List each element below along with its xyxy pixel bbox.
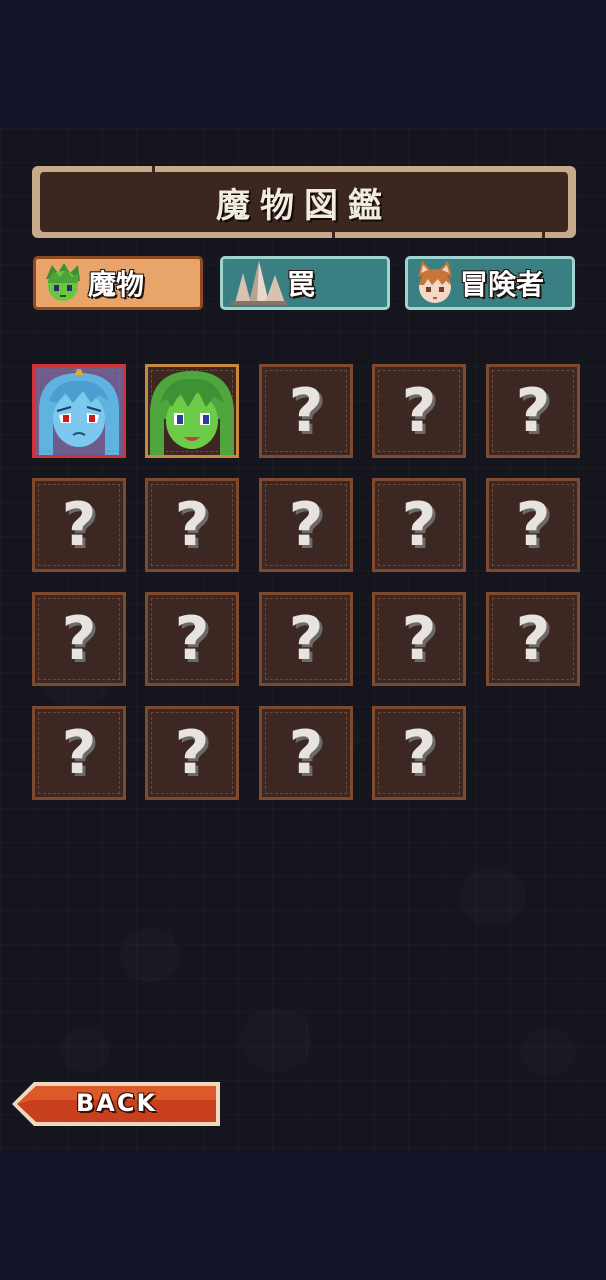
green-monster-face-icon — [46, 263, 80, 301]
bestiary-entry-locked[interactable]: ? — [372, 592, 466, 686]
bestiary-entry-locked[interactable]: ? — [145, 706, 239, 800]
unknown-entry-icon: ? — [174, 604, 210, 674]
unknown-entry-icon: ? — [515, 376, 551, 446]
bestiary-entry-locked[interactable]: ? — [486, 364, 580, 458]
spike-trap-icon — [231, 261, 287, 305]
tab-trap[interactable]: 罠 — [220, 256, 390, 310]
bestiary-entry-locked[interactable]: ? — [372, 364, 466, 458]
tab-adventurer-label: 冒険者 — [460, 268, 545, 301]
bestiary-entry-locked[interactable]: ? — [259, 592, 353, 686]
bestiary-entry-locked[interactable]: ? — [259, 478, 353, 572]
unknown-entry-icon: ? — [401, 490, 437, 560]
bottom-letterbox — [0, 1152, 606, 1280]
bestiary-entry-locked[interactable]: ? — [32, 478, 126, 572]
bestiary-entry-locked[interactable]: ? — [372, 478, 466, 572]
top-letterbox — [0, 0, 606, 128]
green-monster-girl-portrait — [148, 367, 236, 455]
bestiary-entry-blue-monster[interactable] — [32, 364, 126, 458]
bestiary-entry-locked[interactable]: ? — [32, 706, 126, 800]
unknown-entry-icon: ? — [61, 490, 97, 560]
back-button-label: BACK — [76, 1089, 158, 1117]
bestiary-entry-locked[interactable]: ? — [32, 592, 126, 686]
unknown-entry-icon: ? — [61, 604, 97, 674]
tab-monster-label: 魔物 — [88, 268, 145, 301]
unknown-entry-icon: ? — [288, 490, 324, 560]
title-banner: 魔物図鑑 — [32, 166, 576, 238]
unknown-entry-icon: ? — [515, 490, 551, 560]
bestiary-entry-locked[interactable]: ? — [145, 592, 239, 686]
unknown-entry-icon: ? — [288, 718, 324, 788]
unknown-entry-icon: ? — [288, 604, 324, 674]
bestiary-entry-locked[interactable]: ? — [486, 478, 580, 572]
bestiary-entry-locked[interactable]: ? — [259, 706, 353, 800]
tab-adventurer[interactable]: 冒険者 — [405, 256, 575, 310]
bestiary-entry-green-monster[interactable] — [145, 364, 239, 458]
blue-monster-girl-portrait — [35, 367, 123, 455]
unknown-entry-icon: ? — [401, 604, 437, 674]
unknown-entry-icon: ? — [401, 376, 437, 446]
bestiary-entry-locked[interactable]: ? — [486, 592, 580, 686]
page-title: 魔物図鑑 — [216, 185, 392, 226]
bestiary-entry-locked[interactable]: ? — [372, 706, 466, 800]
tab-monster[interactable]: 魔物 — [33, 256, 203, 310]
unknown-entry-icon: ? — [288, 376, 324, 446]
back-button[interactable]: BACK — [10, 1080, 222, 1128]
unknown-entry-icon: ? — [174, 490, 210, 560]
unknown-entry-icon: ? — [401, 718, 437, 788]
unknown-entry-icon: ? — [61, 718, 97, 788]
bestiary-entry-locked[interactable]: ? — [259, 364, 353, 458]
tab-trap-label: 罠 — [287, 268, 316, 301]
unknown-entry-icon: ? — [515, 604, 551, 674]
unknown-entry-icon: ? — [174, 718, 210, 788]
bestiary-entry-locked[interactable]: ? — [145, 478, 239, 572]
fox-girl-face-icon — [418, 261, 452, 303]
